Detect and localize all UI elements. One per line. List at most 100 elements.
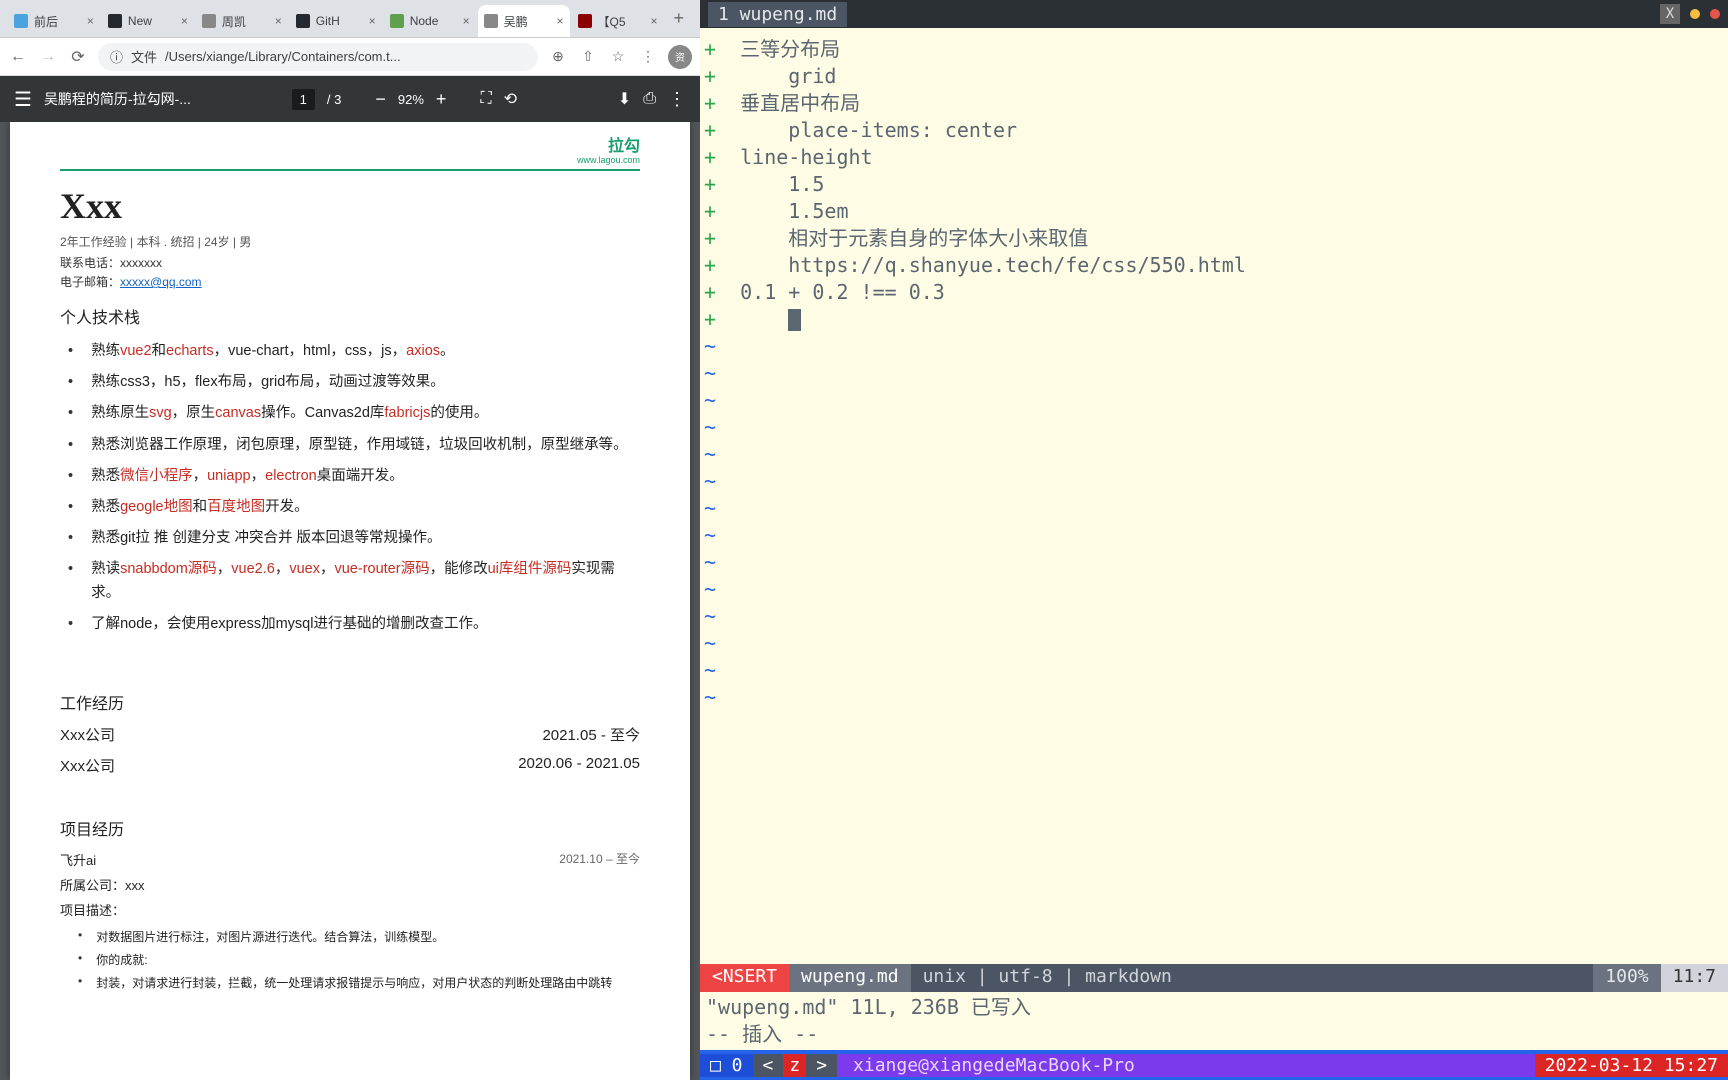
proj-name: 飞升ai	[60, 850, 96, 869]
empty-line: ~	[704, 333, 1724, 360]
bookmark-icon[interactable]: ☆	[608, 47, 628, 67]
tab-label: GitH	[316, 14, 340, 28]
empty-line: ~	[704, 441, 1724, 468]
tab-label: Node	[410, 14, 439, 28]
editor-line: + line-height	[704, 144, 1724, 171]
proj-desc-label: 项目描述：	[60, 900, 640, 919]
editor-tab[interactable]: 1 wupeng.md	[708, 2, 847, 27]
back-button[interactable]: ←	[8, 47, 28, 67]
list-item: 熟练vue2和echarts，vue-chart，html，css，js，axi…	[60, 336, 640, 367]
print-icon[interactable]: ⎙	[643, 90, 656, 108]
close-icon[interactable]: ×	[463, 14, 470, 28]
favicon	[296, 14, 310, 28]
close-icon[interactable]: ×	[181, 14, 188, 28]
close-icon[interactable]: ×	[557, 14, 564, 28]
browser-tab[interactable]: 周凯×	[196, 5, 288, 37]
close-icon[interactable]: ×	[369, 14, 376, 28]
zoom-icon[interactable]: ⊕	[548, 47, 568, 67]
browser-tab[interactable]: New ×	[102, 5, 194, 37]
status-info: unix | utf-8 | markdown	[911, 964, 1594, 992]
favicon	[14, 14, 28, 28]
empty-line: ~	[704, 684, 1724, 711]
status-pct: 100%	[1593, 964, 1660, 992]
profile-avatar[interactable]: 资	[668, 45, 692, 69]
tab-label: New	[128, 14, 152, 28]
proj-company: 所属公司：xxx	[60, 875, 640, 894]
window-close-icon[interactable]: X	[1660, 4, 1680, 24]
tmux-sep: <	[753, 1054, 784, 1077]
resume-name: Xxx	[60, 185, 640, 227]
browser-tab[interactable]: 前后 ×	[8, 5, 100, 37]
list-item: 熟悉微信小程序，uniapp，electron桌面端开发。	[60, 461, 640, 492]
zoom-out-button[interactable]: −	[375, 89, 386, 110]
share-icon[interactable]: ⇧	[578, 47, 598, 67]
close-icon[interactable]: ×	[650, 14, 657, 28]
editor-line: + 三等分布局	[704, 36, 1724, 63]
empty-line: ~	[704, 657, 1724, 684]
tab-label: 【Q5	[598, 13, 626, 30]
more-icon[interactable]: ⋮	[668, 89, 686, 110]
editor-line: + 1.5	[704, 171, 1724, 198]
editor-line: + place-items: center	[704, 117, 1724, 144]
zoom-value: 92%	[398, 92, 424, 107]
browser-tab[interactable]: 【Q5 ×	[572, 5, 664, 37]
list-item: 熟练原生svg，原生canvas操作。Canvas2d库fabricjs的使用。	[60, 398, 640, 429]
empty-line: ~	[704, 522, 1724, 549]
url-proto: 文件	[131, 47, 157, 66]
close-icon[interactable]: ×	[275, 14, 282, 28]
page-input[interactable]: 1	[292, 89, 315, 110]
forward-button[interactable]: →	[38, 47, 58, 67]
editor-area[interactable]: + 三等分布局+ grid+ 垂直居中布局+ place-items: cent…	[700, 28, 1728, 964]
browser-tab[interactable]: 吴鹏 ×	[478, 5, 570, 37]
pdf-viewport[interactable]: 拉勾 www.lagou.com Xxx 2年工作经验 | 本科 . 统招 | …	[0, 122, 700, 1080]
list-item: 熟读snabbdom源码，vue2.6，vuex，vue-router源码，能修…	[60, 554, 640, 608]
rotate-icon[interactable]: ⟲	[504, 89, 517, 109]
msg-line-2: -- 插入 --	[706, 1021, 1722, 1048]
download-icon[interactable]: ⬇	[618, 89, 631, 109]
browser-tab[interactable]: GitH ×	[290, 5, 382, 37]
msg-line-1: "wupeng.md" 11L, 236B 已写入	[706, 994, 1722, 1021]
list-item: 了解node，会使用express加mysql进行基础的增删改查工作。	[60, 609, 640, 640]
list-item: 你的成就:	[60, 948, 640, 971]
tmux-pane-z[interactable]: z	[783, 1054, 806, 1077]
window-minimize-icon[interactable]	[1690, 9, 1700, 19]
list-item: 熟悉浏览器工作原理，闭包原理，原型链，作用域链，垃圾回收机制，原型继承等。	[60, 430, 640, 461]
reload-button[interactable]: ⟳	[68, 47, 88, 67]
list-item: 熟悉geogle地图和百度地图开发。	[60, 492, 640, 523]
close-icon[interactable]: ×	[87, 14, 94, 28]
menu-icon[interactable]: ☰	[14, 87, 32, 112]
tmux-sep2: >	[806, 1054, 837, 1077]
empty-line: ~	[704, 495, 1724, 522]
browser-tab[interactable]: Node ×	[384, 5, 476, 37]
editor-line: + 0.1 + 0.2 !== 0.3	[704, 279, 1724, 306]
tab-label: 前后	[34, 13, 58, 30]
skills-list: 熟练vue2和echarts，vue-chart，html，css，js，axi…	[60, 336, 640, 640]
tmux-session: xiange@xiangedeMacBook-Pro	[837, 1054, 1535, 1077]
favicon	[202, 14, 216, 28]
stack-heading: 个人技术栈	[60, 304, 640, 328]
list-item: 熟悉git拉 推 创建分支 冲突合并 版本回退等常规操作。	[60, 523, 640, 554]
new-tab-button[interactable]: +	[665, 8, 692, 29]
editor-line: + grid	[704, 63, 1724, 90]
tab-label: 吴鹏	[504, 13, 528, 30]
status-mode: <NSERT	[700, 964, 789, 992]
email-link[interactable]: xxxxx@qq.com	[120, 275, 202, 289]
window-stop-icon[interactable]	[1710, 9, 1720, 19]
empty-line: ~	[704, 414, 1724, 441]
extensions-icon[interactable]: ⋮	[638, 47, 658, 67]
terminal-titlebar: 1 wupeng.md X	[700, 0, 1728, 28]
zoom-in-button[interactable]: +	[436, 89, 447, 110]
browser-tab-strip: 前后×New×周凯×GitH×Node×吴鹏×【Q5×+	[0, 0, 700, 38]
empty-line: ~	[704, 630, 1724, 657]
fit-icon[interactable]: ⛶	[480, 90, 491, 108]
favicon	[108, 14, 122, 28]
status-file: wupeng.md	[789, 964, 911, 992]
favicon	[390, 14, 404, 28]
url-input[interactable]: ⓘ 文件 /Users/xiange/Library/Containers/co…	[98, 43, 538, 71]
address-bar: ← → ⟳ ⓘ 文件 /Users/xiange/Library/Contain…	[0, 38, 700, 76]
work-heading: 工作经历	[60, 690, 640, 714]
pdf-page: 拉勾 www.lagou.com Xxx 2年工作经验 | 本科 . 统招 | …	[10, 122, 690, 1080]
tmux-window-idx[interactable]: □ 0	[700, 1054, 753, 1077]
empty-line: ~	[704, 360, 1724, 387]
job-row: Xxx公司2021.05 - 至今	[60, 724, 640, 745]
